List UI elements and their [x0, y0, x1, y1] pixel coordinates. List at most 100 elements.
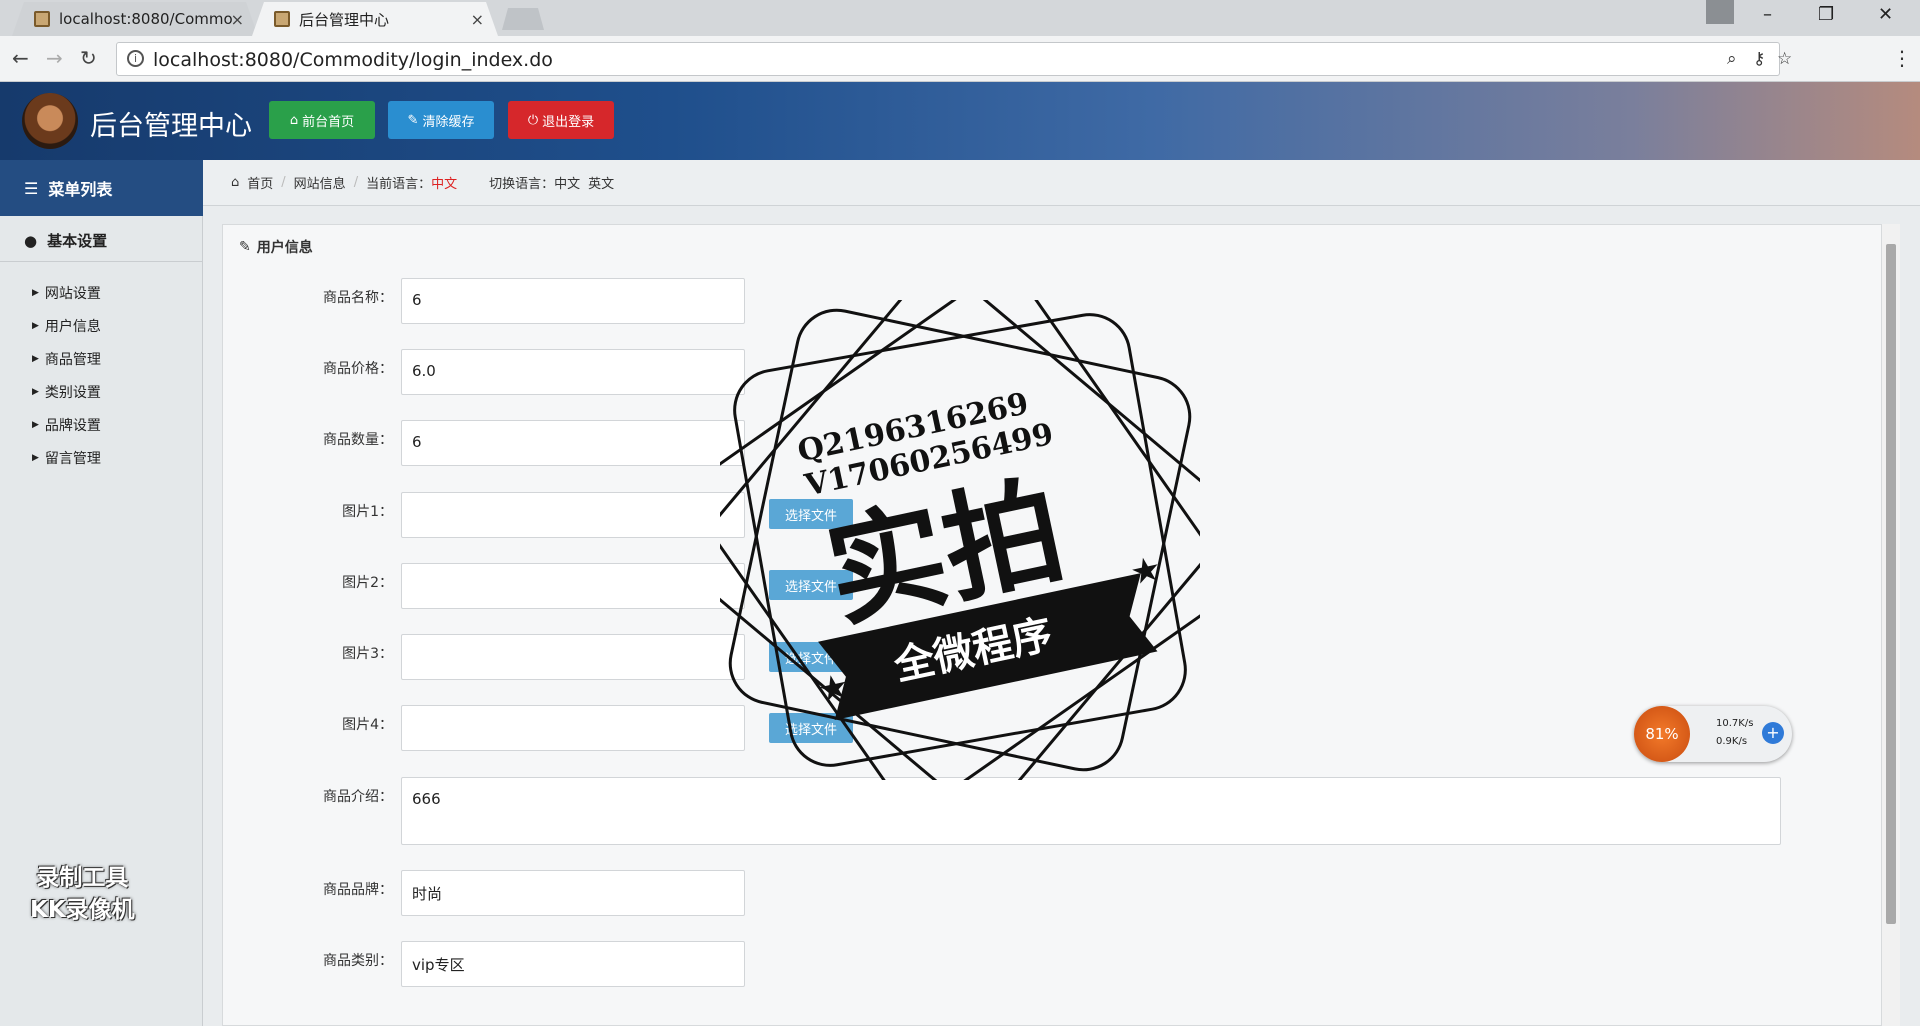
sidebar-item-brands[interactable]: ▶ 品牌设置 [32, 415, 101, 435]
home-icon: ⌂ [231, 175, 240, 190]
image3-input[interactable] [401, 634, 745, 680]
url-text: localhost:8080/Commodity/login_index.do [153, 49, 553, 71]
switch-language-label: 切换语言： [489, 177, 555, 192]
panel-title: ✎ 用户信息 [239, 237, 313, 257]
product-category-select[interactable]: vip专区 [401, 941, 745, 987]
address-input[interactable]: i localhost:8080/Commodity/login_index.d… [116, 42, 1792, 76]
browser-tab-1[interactable]: localhost:8080/Commo × [12, 2, 258, 36]
current-language-label: 当前语言： [366, 177, 432, 192]
profile-icon[interactable] [1706, 0, 1734, 24]
sidebar-item-label: 留言管理 [44, 451, 101, 467]
key-icon[interactable]: ⚷ [1753, 49, 1765, 69]
close-window-icon[interactable]: ✕ [1878, 4, 1893, 25]
image2-input[interactable] [401, 563, 745, 609]
clear-cache-button[interactable]: ✎ 清除缓存 [388, 101, 494, 139]
image1-input[interactable] [401, 492, 745, 538]
field-label: 图片3： [342, 646, 393, 662]
button-label: 退出登录 [542, 114, 595, 130]
product-name-input[interactable]: 6 [401, 278, 745, 324]
button-label: 前台首页 [302, 114, 355, 130]
product-intro-textarea[interactable]: 666 [401, 777, 1781, 845]
sidebar-item-messages[interactable]: ▶ 留言管理 [32, 448, 101, 468]
sidebar-item-label: 商品管理 [44, 352, 101, 368]
breadcrumb: ⌂ 首页 / 网站信息 / 当前语言： 中文 切换语言： 中文 英文 [203, 160, 1920, 206]
close-tab-icon[interactable]: × [231, 10, 244, 29]
sidebar: ☰ 菜单列表 ● 基本设置 ▶ 网站设置 ▶ 用户信息 ▶ 商品管理 ▶ 类别设置 ▶ 品… [0, 160, 203, 1026]
button-label: 清除缓存 [422, 114, 475, 130]
upload-speed: 10.7K/s [1716, 718, 1754, 729]
tab-title: localhost:8080/Commo [59, 10, 233, 28]
image4-input[interactable] [401, 705, 745, 751]
sidebar-item-label: 用户信息 [44, 319, 101, 335]
caret-right-icon: ▶ [32, 420, 39, 430]
network-speed-widget[interactable]: 81% 10.7K/s 0.9K/s + [1634, 706, 1792, 762]
scrollbar-thumb[interactable] [1886, 244, 1896, 924]
user-icon: ● [24, 231, 38, 250]
field-label: 图片2： [342, 575, 393, 591]
list-icon: ☰ [24, 178, 39, 198]
sidebar-item-label: 类别设置 [44, 385, 101, 401]
sidebar-item-label: 品牌设置 [44, 418, 101, 434]
home-icon: ⌂ [289, 112, 299, 128]
restore-icon[interactable]: ❐ [1818, 4, 1834, 25]
close-tab-icon[interactable]: × [471, 10, 484, 29]
panel-title-text: 用户信息 [256, 240, 313, 256]
back-icon[interactable]: ← [12, 46, 29, 70]
power-icon: ⏻ [527, 112, 539, 128]
field-label: 图片1： [342, 504, 393, 520]
breadcrumb-page[interactable]: 网站信息 [294, 173, 346, 192]
language-chinese-link[interactable]: 中文 [554, 173, 580, 192]
favicon-icon [274, 11, 290, 27]
sidebar-item-user-info[interactable]: ▶ 用户信息 [32, 316, 101, 336]
reload-icon[interactable]: ↻ [80, 46, 97, 70]
address-bar-row: ← → ↻ i localhost:8080/Commodity/login_i… [0, 36, 1920, 82]
minimize-icon[interactable]: – [1763, 4, 1772, 25]
plus-icon[interactable]: + [1762, 722, 1784, 744]
avatar [22, 93, 78, 149]
wrench-icon: ✎ [407, 112, 419, 128]
field-label: 商品名称： [323, 290, 393, 306]
product-brand-input[interactable]: 时尚 [401, 870, 745, 916]
download-speed: 0.9K/s [1716, 736, 1748, 747]
product-quantity-input[interactable]: 6 [401, 420, 745, 466]
new-tab-button[interactable] [502, 8, 544, 30]
field-label: 商品数量： [323, 432, 393, 448]
forward-icon[interactable]: → [46, 46, 63, 70]
page-scrollbar[interactable] [1882, 224, 1900, 1026]
bookmark-star-icon[interactable]: ☆ [1777, 49, 1792, 69]
sidebar-item-categories[interactable]: ▶ 类别设置 [32, 382, 101, 402]
field-label: 商品介绍： [323, 789, 393, 805]
caret-right-icon: ▶ [32, 387, 39, 397]
breadcrumb-separator: / [281, 175, 286, 190]
product-price-input[interactable]: 6.0 [401, 349, 745, 395]
info-icon[interactable]: i [127, 50, 144, 67]
breadcrumb-separator: / [353, 175, 359, 190]
browser-tab-2[interactable]: 后台管理中心 × [252, 2, 498, 36]
favicon-icon [34, 11, 50, 27]
frontend-home-button[interactable]: ⌂ 前台首页 [269, 101, 375, 139]
field-label: 商品类别： [323, 953, 393, 969]
watermark-stamp: Q2196316269 V17060256499 实拍 全微程序 ★ ★ [720, 300, 1200, 780]
logout-button[interactable]: ⏻ 退出登录 [508, 101, 614, 139]
app-title: 后台管理中心 [90, 111, 252, 142]
breadcrumb-home[interactable]: 首页 [247, 173, 273, 192]
field-label: 商品价格： [323, 361, 393, 377]
app-header: 后台管理中心 ⌂ 前台首页 ✎ 清除缓存 ⏻ 退出登录 [0, 82, 1920, 160]
watermark-line: 录制工具 [36, 865, 129, 891]
current-language-value: 中文 [431, 177, 458, 192]
caret-right-icon: ▶ [32, 321, 39, 331]
recorder-watermark: 录制工具 KK录像机 [30, 862, 135, 926]
menu-title: ☰ 菜单列表 [0, 160, 203, 216]
sidebar-item-products[interactable]: ▶ 商品管理 [32, 349, 101, 369]
tab-title: 后台管理中心 [299, 10, 390, 29]
browser-menu-icon[interactable]: ⋮ [1892, 46, 1912, 70]
sidebar-section-basic[interactable]: ● 基本设置 [0, 220, 203, 262]
section-label: 基本设置 [47, 232, 108, 250]
browser-tab-bar: localhost:8080/Commo × 后台管理中心 × – ❐ ✕ [0, 0, 1920, 36]
field-label: 图片4： [342, 717, 393, 733]
zoom-icon[interactable]: ⌕ [1727, 49, 1737, 69]
edit-icon: ✎ [239, 239, 251, 255]
language-english-link[interactable]: 英文 [588, 173, 614, 192]
sidebar-item-site-settings[interactable]: ▶ 网站设置 [32, 283, 101, 303]
caret-right-icon: ▶ [32, 453, 39, 463]
